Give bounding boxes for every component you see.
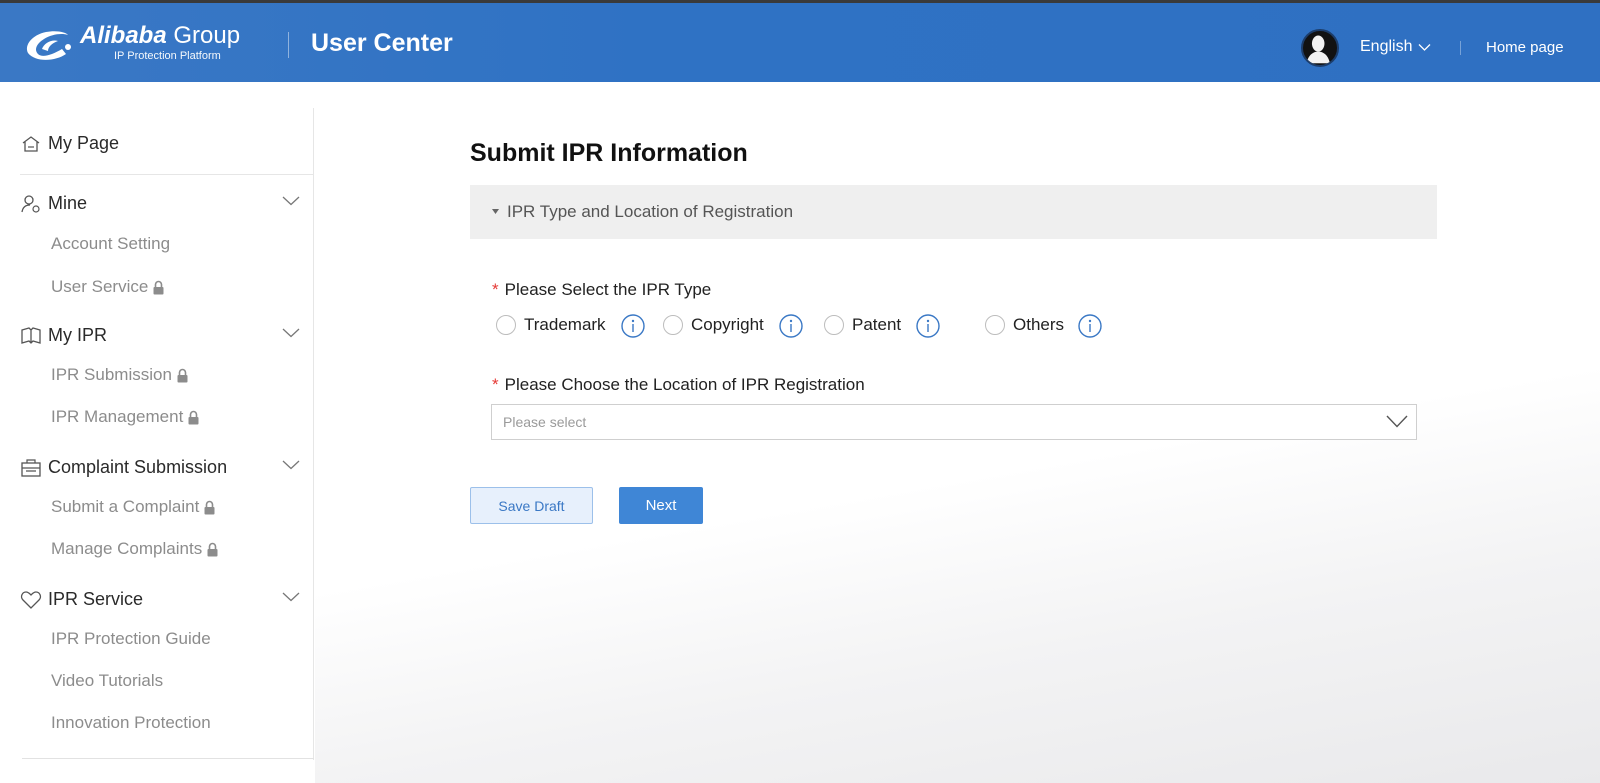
ipr-type-label: * Please Select the IPR Type <box>492 280 712 299</box>
radio-circle[interactable] <box>824 315 844 335</box>
user-avatar[interactable] <box>1301 29 1339 67</box>
sidebar-item-innovation-protection[interactable]: Innovation Protection <box>51 713 211 733</box>
chevron-down-icon[interactable] <box>282 460 300 470</box>
section-title: IPR Type and Location of Registration <box>507 202 794 221</box>
sidebar-item-manage-complaints[interactable]: Manage Complaints <box>51 539 219 559</box>
header-title: User Center <box>311 29 453 57</box>
header-divider <box>288 32 289 58</box>
language-selector[interactable]: English <box>1360 38 1431 56</box>
radio-circle[interactable] <box>496 315 516 335</box>
info-icon[interactable] <box>916 314 940 338</box>
sidebar-divider <box>20 174 314 175</box>
section-header[interactable]: IPR Type and Location of Registration <box>470 185 1437 239</box>
briefcase-icon <box>21 458 41 477</box>
lock-icon <box>177 368 188 382</box>
lock-icon <box>207 542 218 556</box>
sidebar-section-complaint-submission[interactable]: Complaint Submission <box>20 457 227 478</box>
header-separator <box>1460 41 1461 55</box>
lock-icon <box>204 500 215 514</box>
sidebar-item-my-page[interactable]: My Page <box>20 133 119 154</box>
chevron-down-icon[interactable] <box>282 328 300 338</box>
book-icon <box>21 326 41 344</box>
top-header: Alibaba Group IP Protection Platform Use… <box>0 3 1600 82</box>
alibaba-logo[interactable]: Alibaba Group IP Protection Platform <box>22 23 240 63</box>
chevron-down-icon <box>1386 415 1408 428</box>
next-button[interactable]: Next <box>619 487 703 524</box>
alibaba-logo-icon <box>26 31 71 60</box>
radio-copyright[interactable]: Copyright <box>663 315 764 335</box>
sidebar-section-my-ipr[interactable]: My IPR <box>20 325 107 346</box>
sidebar-section-mine[interactable]: Mine <box>20 193 87 214</box>
sidebar-item-account-setting[interactable]: Account Setting <box>51 234 170 254</box>
location-label: * Please Choose the Location of IPR Regis… <box>492 375 865 394</box>
chevron-down-icon <box>1419 43 1431 51</box>
sidebar-item-ipr-management[interactable]: IPR Management <box>51 407 200 427</box>
info-icon[interactable] <box>779 314 803 338</box>
logo-title: Alibaba Group <box>80 22 241 49</box>
logo-subtitle: IP Protection Platform <box>114 50 221 62</box>
language-label: English <box>1360 38 1413 55</box>
sidebar-section-label: IPR Service <box>48 589 144 609</box>
page-title: Submit IPR Information <box>470 139 748 167</box>
sidebar-section-ipr-service[interactable]: IPR Service <box>20 589 143 610</box>
sidebar-item-user-service[interactable]: User Service <box>51 277 165 297</box>
radio-circle[interactable] <box>985 315 1005 335</box>
sidebar-section-label: My IPR <box>48 325 108 345</box>
sidebar-item-video-tutorials[interactable]: Video Tutorials <box>51 671 163 691</box>
save-draft-button[interactable]: Save Draft <box>470 487 593 524</box>
user-gear-icon <box>21 194 40 213</box>
sidebar-item-label: My Page <box>48 133 120 153</box>
heart-icon <box>20 590 42 609</box>
home-icon <box>22 135 40 152</box>
person-silhouette-icon <box>1306 35 1330 64</box>
sidebar-bottom-line <box>22 758 314 759</box>
chevron-down-icon[interactable] <box>282 196 300 206</box>
radio-others[interactable]: Others <box>985 315 1064 335</box>
required-marker: * <box>492 375 499 394</box>
select-placeholder: Please select <box>503 414 587 430</box>
radio-trademark[interactable]: Trademark <box>496 315 606 335</box>
chevron-down-icon[interactable] <box>282 592 300 602</box>
lock-icon <box>188 410 199 424</box>
info-icon[interactable] <box>621 314 645 338</box>
sidebar-item-ipr-submission[interactable]: IPR Submission <box>51 365 189 385</box>
sidebar-section-label: Complaint Submission <box>48 457 228 477</box>
sidebar-item-submit-complaint[interactable]: Submit a Complaint <box>51 497 216 517</box>
sidebar-item-ipr-protection-guide[interactable]: IPR Protection Guide <box>51 629 211 649</box>
location-select[interactable]: Please select <box>491 404 1417 440</box>
required-marker: * <box>492 280 499 299</box>
sidebar-section-label: Mine <box>48 193 88 213</box>
lock-icon <box>153 280 164 294</box>
radio-circle[interactable] <box>663 315 683 335</box>
home-page-link[interactable]: Home page <box>1486 39 1564 56</box>
info-icon[interactable] <box>1078 314 1102 338</box>
radio-patent[interactable]: Patent <box>824 315 901 335</box>
caret-down-icon <box>492 209 499 214</box>
